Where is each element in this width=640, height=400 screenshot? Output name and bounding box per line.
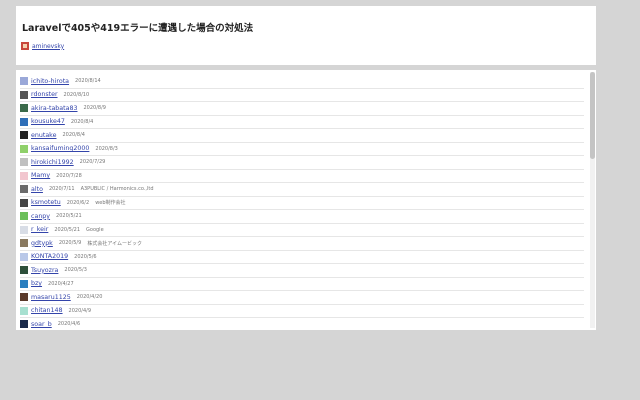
liker-name-link[interactable]: ichito-hirota [31,78,69,85]
liker-row: ksmotetu 2020/6/2 web制作会社 [20,197,584,210]
liker-date: 2020/4/20 [76,294,103,301]
liker-name-link[interactable]: ksmotetu [31,199,61,206]
liker-name-link[interactable]: soar_b [31,321,52,328]
user-avatar-icon[interactable] [20,212,28,221]
liker-name-link[interactable]: hirokichi1992 [31,159,74,166]
liker-organization: A3PUBLIC / Harmonics.co.,ltd [80,186,154,193]
liker-row: Mamy 2020/7/28 [20,170,584,183]
liker-date: 2020/7/29 [79,159,106,166]
user-avatar-icon[interactable] [20,306,28,315]
liker-date: 2020/8/4 [70,118,94,125]
user-avatar-icon[interactable] [20,239,28,248]
user-avatar-icon[interactable] [20,90,28,99]
liker-row: rdonster 2020/8/10 [20,89,584,102]
article-header-card: Laravelで405や419エラーに遭遇した場合の対処法 aminevsky [16,6,596,65]
liker-organization: Google [86,226,104,233]
liker-date: 2020/6/2 [66,199,90,206]
liker-row: alto 2020/7/11 A3PUBLIC / Harmonics.co.,lt… [20,183,584,197]
liker-date: 2020/4/27 [48,280,74,287]
liker-name-link[interactable]: masaru1125 [31,294,71,301]
user-avatar-icon[interactable] [20,198,28,207]
liker-date: 2020/8/10 [63,91,90,98]
liker-name-link[interactable]: canpy [31,213,50,220]
liker-name-link[interactable]: akira-tabata83 [31,105,78,112]
user-avatar-icon[interactable] [20,131,28,140]
user-avatar-icon[interactable] [20,171,28,180]
liker-row: canpy 2020/5/21 [20,210,584,224]
liker-row: Tsuyozra 2020/5/3 [20,264,584,278]
liker-date: 2020/5/21 [56,213,82,220]
liker-date: 2020/7/28 [56,172,82,179]
liker-name-link[interactable]: kousuke47 [31,118,65,125]
liker-date: 2020/8/14 [75,78,101,85]
liker-organization: web制作会社 [95,200,126,207]
article-title: Laravelで405や419エラーに遭遇した場合の対処法 [22,23,254,34]
user-avatar-icon[interactable] [20,320,28,329]
liker-name-link[interactable]: kansaifuming2000 [31,145,89,152]
liker-date: 2020/8/4 [62,132,85,139]
liker-name-link[interactable]: bzy [31,280,42,287]
liker-name-link[interactable]: r_keir [31,226,48,233]
liker-row: gdtypk 2020/5/9 株式会社アイムービック [20,237,584,251]
user-avatar-icon[interactable] [20,225,28,234]
liker-name-link[interactable]: Tsuyozra [31,267,58,274]
liker-date: 2020/8/9 [83,105,106,112]
liker-row: bzy 2020/4/27 [20,278,584,291]
scrollbar-thumb[interactable] [590,72,595,159]
liker-date: 2020/4/6 [57,321,81,328]
user-avatar-icon[interactable] [20,252,28,261]
liker-name-link[interactable]: chitan148 [31,307,63,314]
liker-date: 2020/5/21 [54,226,81,233]
liker-name-link[interactable]: rdonster [31,91,58,98]
user-avatar-icon[interactable] [20,185,28,194]
liker-row: masaru1125 2020/4/20 [20,291,584,305]
liker-date: 2020/8/3 [95,145,118,152]
liker-date: 2020/5/3 [64,267,87,274]
author-name-link[interactable]: aminevsky [32,43,64,50]
liker-row: enutake 2020/8/4 [20,129,584,143]
liker-row: KONTA2019 2020/5/6 [20,251,584,264]
liker-date: 2020/4/9 [68,307,92,314]
liker-row: soar_b 2020/4/6 [20,318,584,330]
liker-row: hirokichi1992 2020/7/29 [20,156,584,170]
liker-date: 2020/5/6 [74,253,97,260]
liker-date: 2020/5/9 [58,240,82,247]
user-avatar-icon [21,42,29,50]
liker-row: akira-tabata83 2020/8/9 [20,102,584,116]
article-author[interactable]: aminevsky [21,40,64,52]
liker-name-link[interactable]: gdtypk [31,240,53,247]
liker-row: ichito-hirota 2020/8/14 [20,75,584,89]
liker-name-link[interactable]: Mamy [31,172,50,179]
liker-name-link[interactable]: KONTA2019 [31,253,68,260]
likers-list: ichito-hirota 2020/8/14 rdonster 2020/8/10 a… [20,75,584,330]
user-avatar-icon[interactable] [20,293,28,302]
liker-row: chitan148 2020/4/9 [20,305,584,318]
user-avatar-icon[interactable] [20,77,28,86]
liker-date: 2020/7/11 [48,186,75,193]
likers-panel: ichito-hirota 2020/8/14 rdonster 2020/8/10 a… [16,70,596,330]
liker-name-link[interactable]: enutake [31,132,56,139]
liker-row: kansaifuming2000 2020/8/3 [20,143,584,156]
user-avatar-icon[interactable] [20,158,28,167]
liker-row: r_keir 2020/5/21 Google [20,224,584,237]
liker-name-link[interactable]: alto [31,186,43,193]
liker-organization: 株式会社アイムービック [87,240,142,247]
user-avatar-icon[interactable] [20,117,28,126]
user-avatar-icon[interactable] [20,266,28,275]
liker-row: kousuke47 2020/8/4 [20,116,584,129]
user-avatar-icon[interactable] [20,144,28,153]
user-avatar-icon[interactable] [20,279,28,288]
user-avatar-icon[interactable] [20,104,28,113]
